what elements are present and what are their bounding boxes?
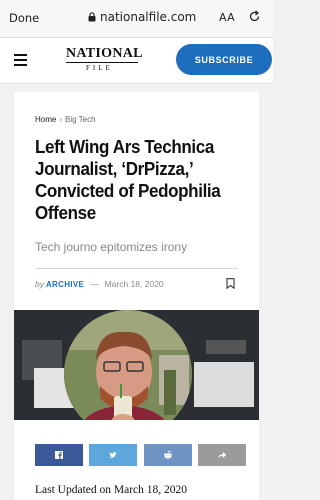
featured-image [14, 310, 259, 420]
byline-prefix: by [35, 279, 44, 289]
address-bar[interactable]: nationalfile.com [88, 10, 196, 24]
twitter-icon [109, 451, 117, 459]
site-header: NATIONAL FILE SUBSCRIBE [0, 38, 273, 84]
url-text: nationalfile.com [100, 10, 197, 24]
site-logo[interactable]: NATIONAL FILE [66, 46, 143, 75]
breadcrumb-home[interactable]: Home [35, 115, 56, 124]
meta-separator: — [90, 279, 99, 289]
share-reddit-button[interactable] [144, 444, 192, 466]
share-facebook-button[interactable] [35, 444, 83, 466]
breadcrumb-category[interactable]: Big Tech [65, 115, 96, 124]
article-meta: by ARCHIVE — March 18, 2020 [35, 279, 164, 289]
reload-icon[interactable] [248, 10, 261, 23]
reddit-icon [164, 450, 172, 459]
breadcrumb-separator-icon: › [59, 115, 63, 124]
author-link[interactable]: ARCHIVE [46, 280, 84, 289]
share-arrow-icon [218, 452, 227, 459]
article-title: Left Wing Ars Technica Journalist, ‘DrPi… [35, 136, 221, 223]
browser-toolbar: Done nationalfile.com AA [0, 0, 273, 38]
done-button[interactable]: Done [9, 11, 39, 25]
text-size-button[interactable]: AA [219, 11, 235, 24]
lock-icon [88, 12, 96, 22]
logo-top-text: NATIONAL [66, 46, 143, 61]
logo-bottom-text: FILE [86, 64, 113, 72]
breadcrumb: Home › Big Tech [35, 115, 96, 124]
share-twitter-button[interactable] [89, 444, 137, 466]
divider [35, 268, 238, 269]
hamburger-menu-icon[interactable] [14, 54, 27, 66]
article-subtitle: Tech journo epitomizes irony [35, 240, 188, 254]
facebook-icon [55, 451, 63, 459]
share-more-button[interactable] [198, 444, 246, 466]
publish-date: March 18, 2020 [104, 279, 164, 289]
bookmark-icon[interactable] [226, 278, 235, 289]
logo-rule [66, 62, 138, 63]
article-card: Home › Big Tech Left Wing Ars Technica Jou… [14, 92, 259, 500]
subscribe-button[interactable]: SUBSCRIBE [176, 44, 272, 75]
last-updated: Last Updated on March 18, 2020 [35, 484, 188, 496]
